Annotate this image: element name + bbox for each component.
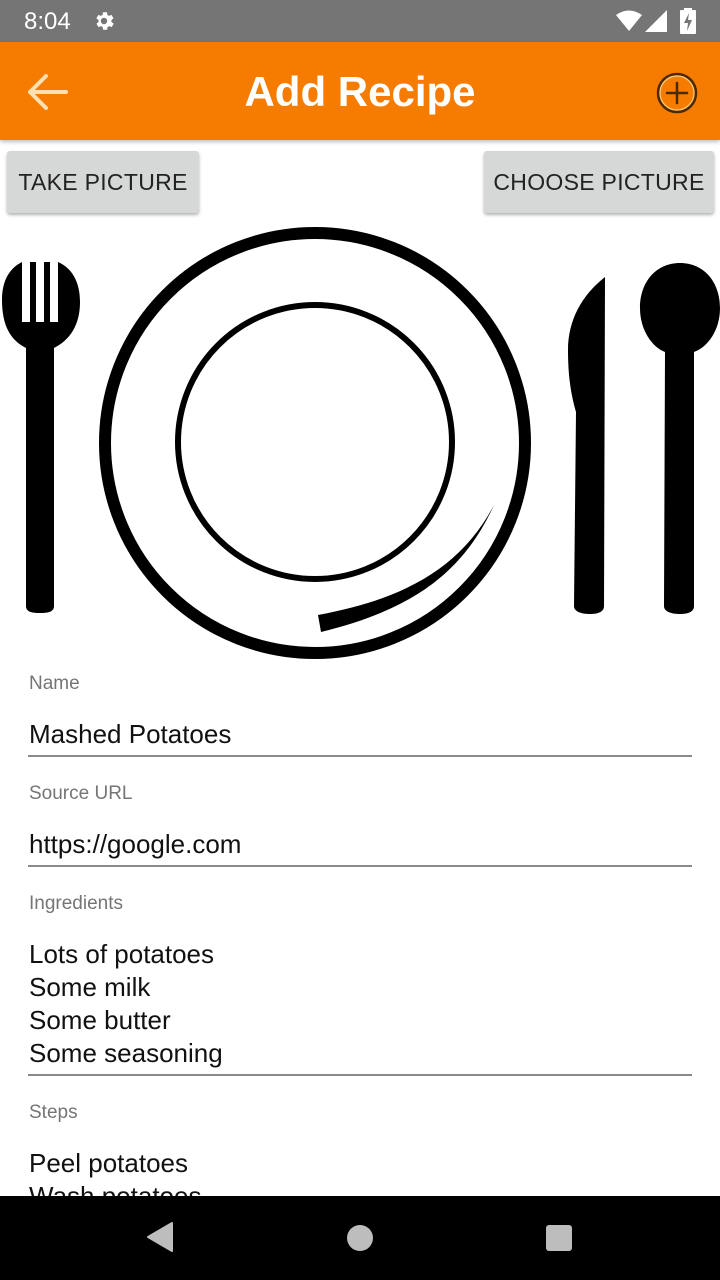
choose-picture-button[interactable]: CHOOSE PICTURE — [484, 151, 714, 213]
add-recipe-screen: 8:04 Add Recipe TAKE PICTURE CHOOSE PICT… — [0, 0, 720, 1280]
back-triangle-icon[interactable] — [144, 1220, 174, 1254]
plate-icon — [99, 227, 531, 659]
recents-square-icon[interactable] — [545, 1224, 573, 1252]
signal-icon — [645, 10, 667, 32]
spoon-icon — [640, 263, 720, 614]
home-circle-icon[interactable] — [346, 1224, 374, 1252]
source-url-field[interactable]: https://google.com — [29, 828, 691, 861]
name-label: Name — [29, 673, 80, 694]
knife-icon — [568, 277, 605, 614]
steps-label: Steps — [29, 1102, 78, 1123]
ingredients-label: Ingredients — [29, 893, 124, 914]
status-bar: 8:04 — [0, 0, 720, 42]
wifi-icon — [616, 10, 642, 31]
fork-icon — [2, 262, 80, 613]
gear-icon — [96, 12, 114, 30]
name-field[interactable]: Mashed Potatoes — [29, 718, 691, 751]
ingredients-field-underline — [28, 1074, 692, 1076]
take-picture-button[interactable]: TAKE PICTURE — [7, 151, 199, 213]
battery-charging-icon — [680, 8, 696, 34]
app-bar: Add Recipe — [0, 42, 720, 140]
source-url-field-underline — [28, 865, 692, 867]
name-field-underline — [28, 755, 692, 757]
recipe-image-placeholder — [2, 227, 720, 659]
status-time: 8:04 — [24, 8, 71, 35]
plus-circle-icon[interactable] — [652, 68, 702, 118]
source-url-label: Source URL — [29, 783, 133, 804]
ingredients-field[interactable]: Lots of potatoes Some milk Some butter S… — [29, 938, 691, 1070]
system-nav-bar — [0, 1196, 720, 1280]
page-title: Add Recipe — [244, 68, 476, 115]
